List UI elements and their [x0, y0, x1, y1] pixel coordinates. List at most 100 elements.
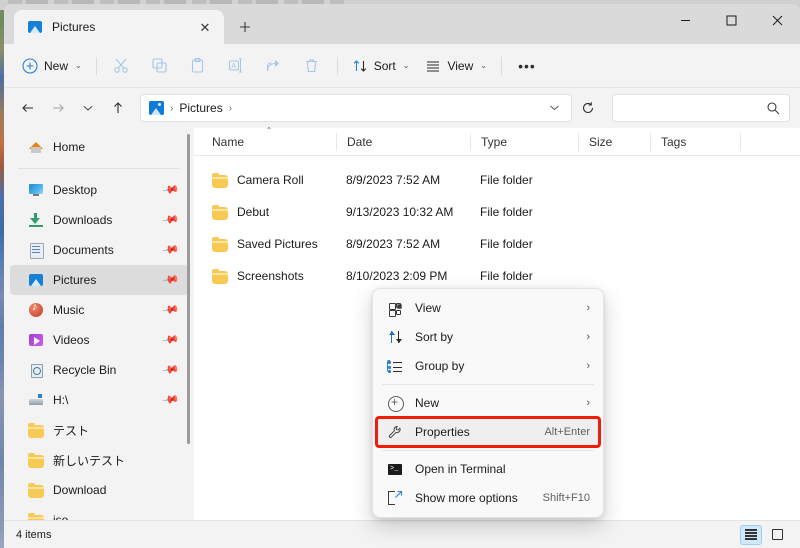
sidebar-item-desktop[interactable]: Desktop 📌 [10, 175, 188, 205]
menu-item-sort-by[interactable]: Sort by › [377, 323, 599, 351]
table-row[interactable]: Camera Roll 8/9/2023 7:52 AM File folder [194, 164, 800, 196]
sidebar-item-label: 新しいテスト [53, 453, 126, 468]
close-window-button[interactable] [754, 4, 800, 36]
sidebar-item-downloads[interactable]: Downloads 📌 [10, 205, 188, 235]
new-tab-button[interactable] [230, 12, 260, 42]
maximize-button[interactable] [708, 4, 754, 36]
menu-item-properties[interactable]: Properties Alt+Enter [375, 416, 601, 448]
sidebar-item-music[interactable]: Music 📌 [10, 295, 188, 325]
sidebar-item-label: Pictures [53, 273, 97, 287]
menu-item-new[interactable]: New › [377, 389, 599, 417]
desktop-icon [28, 182, 44, 198]
pin-icon[interactable]: 📌 [162, 211, 181, 230]
chevron-right-icon: › [586, 302, 590, 314]
sidebar-item-videos[interactable]: Videos 📌 [10, 325, 188, 355]
table-row[interactable]: Saved Pictures 8/9/2023 7:52 AM File fol… [194, 228, 800, 260]
column-header-label: Tags [661, 134, 687, 149]
sidebar-item-download[interactable]: Download [10, 475, 188, 505]
sidebar-item-tesuto[interactable]: テスト [10, 415, 188, 445]
menu-item-view[interactable]: View › [377, 294, 599, 322]
pin-icon[interactable]: 📌 [162, 391, 181, 410]
sidebar-item-atarashii-tesuto[interactable]: 新しいテスト [10, 445, 188, 475]
group-icon [387, 358, 403, 374]
recent-locations-button[interactable] [74, 94, 102, 122]
file-name: Screenshots [237, 269, 304, 283]
sidebar-item-home[interactable]: Home [10, 132, 188, 162]
breadcrumb-bar[interactable]: › Pictures › [140, 94, 572, 122]
pin-icon[interactable]: 📌 [162, 361, 181, 380]
file-name: Camera Roll [237, 173, 304, 187]
sidebar-scrollbar[interactable] [187, 134, 190, 444]
tiles-view-button[interactable] [766, 525, 788, 545]
toolbar-divider-2 [336, 56, 338, 75]
cell-type: File folder [480, 173, 533, 187]
column-header-size[interactable]: Size [578, 132, 650, 151]
cell-name: Saved Pictures [202, 236, 336, 252]
column-header-label: Type [481, 134, 508, 149]
chevron-down-icon [83, 105, 93, 111]
menu-item-group-by[interactable]: Group by › [377, 352, 599, 380]
forward-button[interactable] [44, 94, 72, 122]
close-tab-icon[interactable]: ✕ [194, 16, 216, 38]
search-input[interactable] [622, 102, 766, 114]
chevron-right-icon: › [586, 331, 590, 343]
sidebar-item-iso[interactable]: iso [10, 505, 188, 520]
column-header-name[interactable]: ⌃ Name [202, 126, 336, 151]
chevron-down-icon: ⌄ [402, 61, 410, 70]
cell-name: Screenshots [202, 268, 336, 284]
folder-icon [28, 422, 44, 438]
sidebar-item-recycle-bin[interactable]: Recycle Bin 📌 [10, 355, 188, 385]
refresh-button[interactable] [574, 94, 602, 122]
sidebar-item-pictures[interactable]: Pictures 📌 [10, 265, 188, 295]
rename-button[interactable]: A [217, 51, 255, 81]
sidebar-item-label: Desktop [53, 183, 98, 197]
paste-icon [192, 57, 204, 73]
view-button[interactable]: View ⌄ [417, 51, 495, 81]
cell-type: File folder [480, 237, 533, 251]
view-grid-icon [387, 300, 403, 317]
column-header-type[interactable]: Type [470, 132, 578, 151]
pin-icon[interactable]: 📌 [162, 181, 181, 200]
minimize-button[interactable] [662, 4, 708, 36]
table-row[interactable]: Debut 9/13/2023 10:32 AM File folder [194, 196, 800, 228]
column-header-tags[interactable]: Tags [650, 132, 740, 151]
pin-icon[interactable]: 📌 [162, 271, 181, 290]
cut-button[interactable] [103, 51, 141, 81]
sidebar-item-documents[interactable]: Documents 📌 [10, 235, 188, 265]
pin-icon[interactable]: 📌 [162, 331, 181, 350]
copy-button[interactable] [141, 51, 179, 81]
file-name: Debut [237, 205, 270, 219]
menu-item-open-in-terminal[interactable]: Open in Terminal [377, 455, 599, 483]
folder-icon [28, 482, 44, 498]
delete-button[interactable] [293, 51, 331, 81]
breadcrumb-separator-2[interactable]: › [229, 103, 232, 114]
details-view-button[interactable] [740, 524, 762, 545]
share-button[interactable] [255, 51, 293, 81]
new-button[interactable]: New ⌄ [14, 51, 90, 81]
sort-button[interactable]: Sort ⌄ [344, 51, 418, 81]
tab-pictures[interactable]: Pictures ✕ [14, 10, 224, 44]
menu-divider-2 [382, 450, 594, 451]
menu-item-label: Open in Terminal [415, 462, 506, 476]
address-dropdown-icon[interactable] [544, 102, 565, 115]
back-button[interactable] [14, 94, 42, 122]
up-button[interactable] [104, 94, 132, 122]
view-toggle-group [740, 524, 792, 545]
terminal-icon [387, 461, 403, 477]
sidebar-item-label: H:\ [53, 393, 69, 407]
paste-button[interactable] [179, 51, 217, 81]
sort-button-label: Sort [373, 58, 396, 73]
menu-item-show-more-options[interactable]: Show more options Shift+F10 [377, 484, 599, 512]
drive-icon [28, 392, 44, 408]
search-box[interactable] [612, 94, 790, 122]
breadcrumb-pictures[interactable]: Pictures [179, 101, 222, 115]
pin-icon[interactable]: 📌 [162, 301, 181, 320]
address-bar-row: › Pictures › [4, 88, 800, 128]
search-icon[interactable] [766, 101, 780, 115]
cell-name: Debut [202, 204, 336, 220]
pin-icon[interactable]: 📌 [162, 241, 181, 260]
column-header-date[interactable]: Date [336, 132, 470, 151]
cell-type: File folder [480, 269, 533, 283]
sidebar-item-drive-h[interactable]: H:\ 📌 [10, 385, 188, 415]
more-options-button[interactable]: ••• [508, 51, 546, 81]
